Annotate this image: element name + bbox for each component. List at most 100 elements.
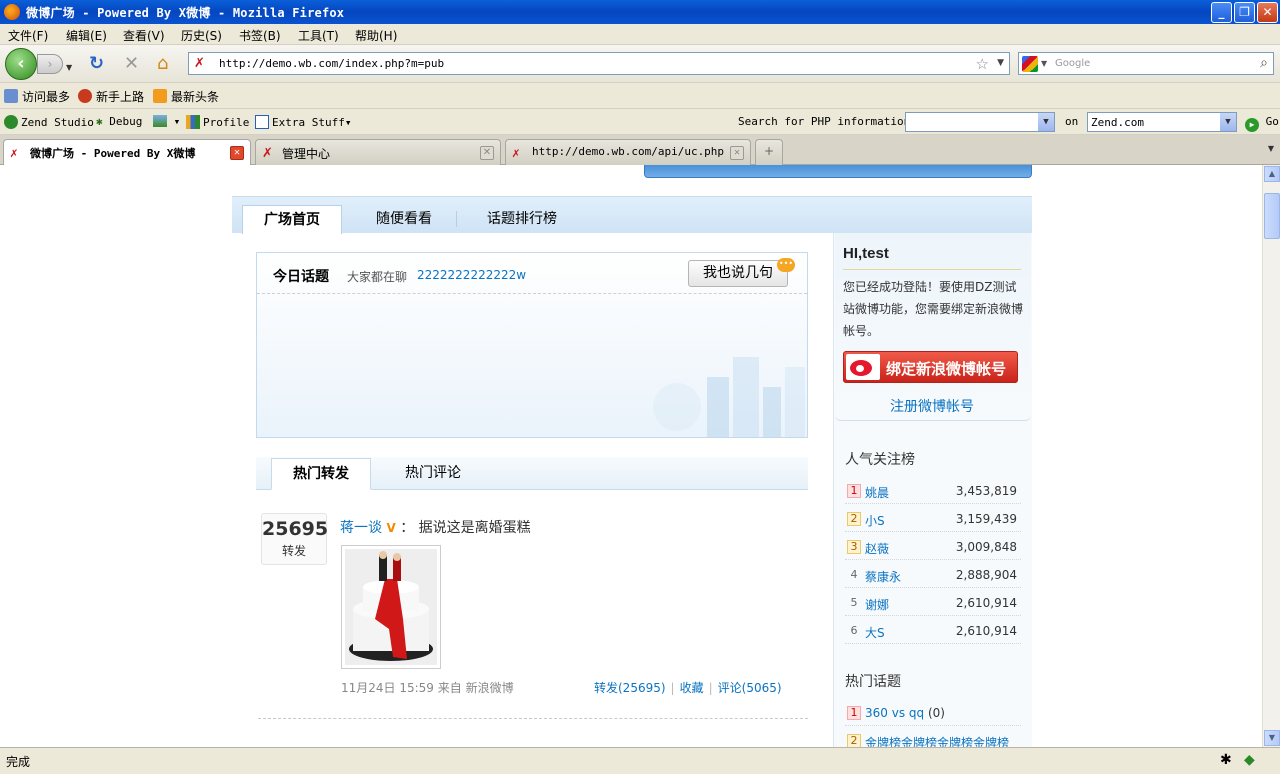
repost-count-label: 转发 [281,544,306,558]
debug-bug-icon[interactable]: ✱ [1220,752,1232,768]
reload-icon[interactable]: ↻ [89,55,104,73]
zend-studio-button[interactable]: Zend Studio [4,115,94,129]
search-placeholder: Google [1055,58,1091,69]
popular-name[interactable]: 姚晨 [865,484,889,501]
menu-bar: 文件(F) 编辑(E) 查看(V) 历史(S) 书签(B) 工具(T) 帮助(H… [0,24,1280,45]
cake-photo [345,549,437,665]
menu-help[interactable]: 帮助(H) [355,27,397,44]
popular-name[interactable]: 蔡康永 [865,568,901,585]
today-topic-link[interactable]: 2222222222222w [417,268,526,282]
site-select[interactable]: Zend.com ▼ [1087,112,1237,132]
menu-view[interactable]: 查看(V) [123,27,165,44]
extra-stuff-button[interactable]: Extra Stuff▾ [255,115,351,129]
debug-options-button[interactable]: ▾ [153,115,180,128]
menu-tools[interactable]: 工具(T) [298,27,339,44]
bug-icon: ✱ [96,115,103,128]
url-dropdown-icon[interactable]: ▼ [997,58,1004,68]
popular-item: 2 小S 3,159,439 [845,504,1021,532]
today-topic-subtitle: 大家都在聊 [347,270,408,284]
back-button[interactable]: ‹ [5,48,37,80]
tab-hot-comments[interactable]: 热门评论 [383,458,483,490]
site-favicon-icon: ✗ [10,146,18,161]
popular-name[interactable]: 小S [865,512,885,529]
greeting: HI,test [843,245,889,262]
address-bar[interactable]: ✗ http://demo.wb.com/index.php?m=pub ☆ ▼ [188,52,1010,75]
popular-name[interactable]: 赵薇 [865,540,889,557]
popular-name[interactable]: 大S [865,624,885,641]
menu-history[interactable]: 历史(S) [181,27,222,44]
tab-topic-ranking[interactable]: 话题排行榜 [472,205,572,234]
popular-name[interactable]: 谢娜 [865,596,889,613]
bookmark-getting-started[interactable]: 新手上路 [78,88,144,105]
search-bar[interactable]: ▼ Google ⌕ [1018,52,1274,75]
popular-item: 4 蔡康永 2,888,904 [845,560,1021,588]
scroll-up-icon[interactable]: ▲ [1264,166,1280,182]
site-favicon-icon: ✗ [194,56,205,71]
search-icon[interactable]: ⌕ [1260,55,1268,71]
php-search-input[interactable]: ▼ [905,112,1055,132]
tab-square-home[interactable]: 广场首页 [242,205,342,234]
chevron-down-icon[interactable]: ▼ [1038,113,1054,131]
menu-edit[interactable]: 编辑(E) [66,27,107,44]
post-text: 据说这是离婚蛋糕 [418,520,531,536]
tab-admin-center[interactable]: ✗ 管理中心 ✕ [255,139,501,165]
profile-button[interactable]: Profile [186,115,249,129]
play-icon: ▶ [1245,118,1259,132]
forward-button[interactable]: › [37,54,63,74]
debug-button[interactable]: ✱ Debug [96,115,142,128]
menu-bookmarks[interactable]: 书签(B) [239,27,281,44]
popular-item: 6 大S 2,610,914 [845,616,1021,644]
favorite-link[interactable]: 收藏 [680,681,704,695]
comment-link[interactable]: 评论(5065) [718,681,782,695]
register-weibo-link[interactable]: 注册微博帐号 [890,396,974,416]
top-navigation [644,165,1032,178]
today-topic-box: 今日话题 大家都在聊 2222222222222w 我也说几句 ••• [256,252,808,438]
post-actions: 转发(25695) | 收藏 | 评论(5065) [594,681,782,695]
stop-icon[interactable]: ✕ [124,55,139,73]
tab-weibo-square[interactable]: ✗ 微博广场 - Powered By X微博 ✕ [3,139,251,166]
tab-list-dropdown-icon[interactable]: ▼ [1268,144,1274,153]
repost-count-box: 25695 转发 [261,513,328,565]
hot-topic-name[interactable]: 360 vs qq (0) [865,706,945,720]
page-content: 广场首页 随便看看 话题排行榜 今日话题 大家都在聊 2222222222222… [0,165,1262,747]
post-image[interactable] [341,545,441,669]
hot-topic-item: 2 金牌榜金牌榜金牌榜金牌榜 [845,726,1021,747]
minimize-button[interactable]: _ [1211,2,1232,23]
say-something-button[interactable]: 我也说几句 [688,260,788,287]
close-tab-icon[interactable]: ✕ [480,146,494,160]
page-tabs: 广场首页 随便看看 话题排行榜 [232,196,1032,234]
chevron-down-icon[interactable]: ▼ [1220,113,1236,131]
city-skyline-illustration [653,357,805,437]
post-author[interactable]: 蒋一谈 [340,520,382,536]
maximize-button[interactable]: ❐ [1234,2,1255,23]
close-button[interactable]: ✕ [1257,2,1278,23]
go-button[interactable]: ▶ Go [1245,115,1279,132]
close-tab-icon[interactable]: ✕ [230,146,244,160]
engine-dropdown-icon[interactable]: ▼ [1041,59,1047,68]
hot-topic-name[interactable]: 金牌榜金牌榜金牌榜金牌榜 [865,734,1009,747]
tab-hot-reposts[interactable]: 热门转发 [271,458,371,490]
tab-random-browse[interactable]: 随便看看 [354,205,454,234]
bookmark-most-visited[interactable]: 访问最多 [4,88,70,105]
google-icon[interactable] [1022,56,1038,72]
vertical-scrollbar[interactable]: ▲ ▼ [1262,165,1280,747]
new-tab-button[interactable]: + [755,139,783,165]
firefox-bookmark-icon [78,89,92,103]
security-icon[interactable]: ◆ [1244,752,1255,768]
repost-link[interactable]: 转发(25695) [594,681,666,695]
window-title: 微博广场 - Powered By X微博 - Mozilla Firefox [26,6,345,20]
menu-file[interactable]: 文件(F) [8,27,48,44]
bind-sina-weibo-button[interactable]: 绑定新浪微博帐号 [843,351,1018,383]
url-text: http://demo.wb.com/index.php?m=pub [219,57,445,70]
bookmarks-toolbar: 访问最多 新手上路 最新头条 [0,83,1280,109]
login-message: 您已经成功登陆！要使用DZ测试站微博功能，您需要绑定新浪微博帐号。 [843,280,1024,338]
history-dropdown-icon[interactable]: ▼ [66,59,72,77]
scroll-down-icon[interactable]: ▼ [1264,730,1280,746]
close-tab-icon[interactable]: ✕ [730,146,744,160]
tab-uc-api[interactable]: ✗ http://demo.wb.com/api/uc.php ✕ [505,139,751,165]
home-icon[interactable]: ⌂ [157,55,168,73]
bookmark-latest-headlines[interactable]: 最新头条 [153,88,219,105]
bookmark-star-icon[interactable]: ☆ [976,55,989,73]
comment-bubble-icon: ••• [777,258,795,272]
scroll-thumb[interactable] [1264,193,1280,239]
